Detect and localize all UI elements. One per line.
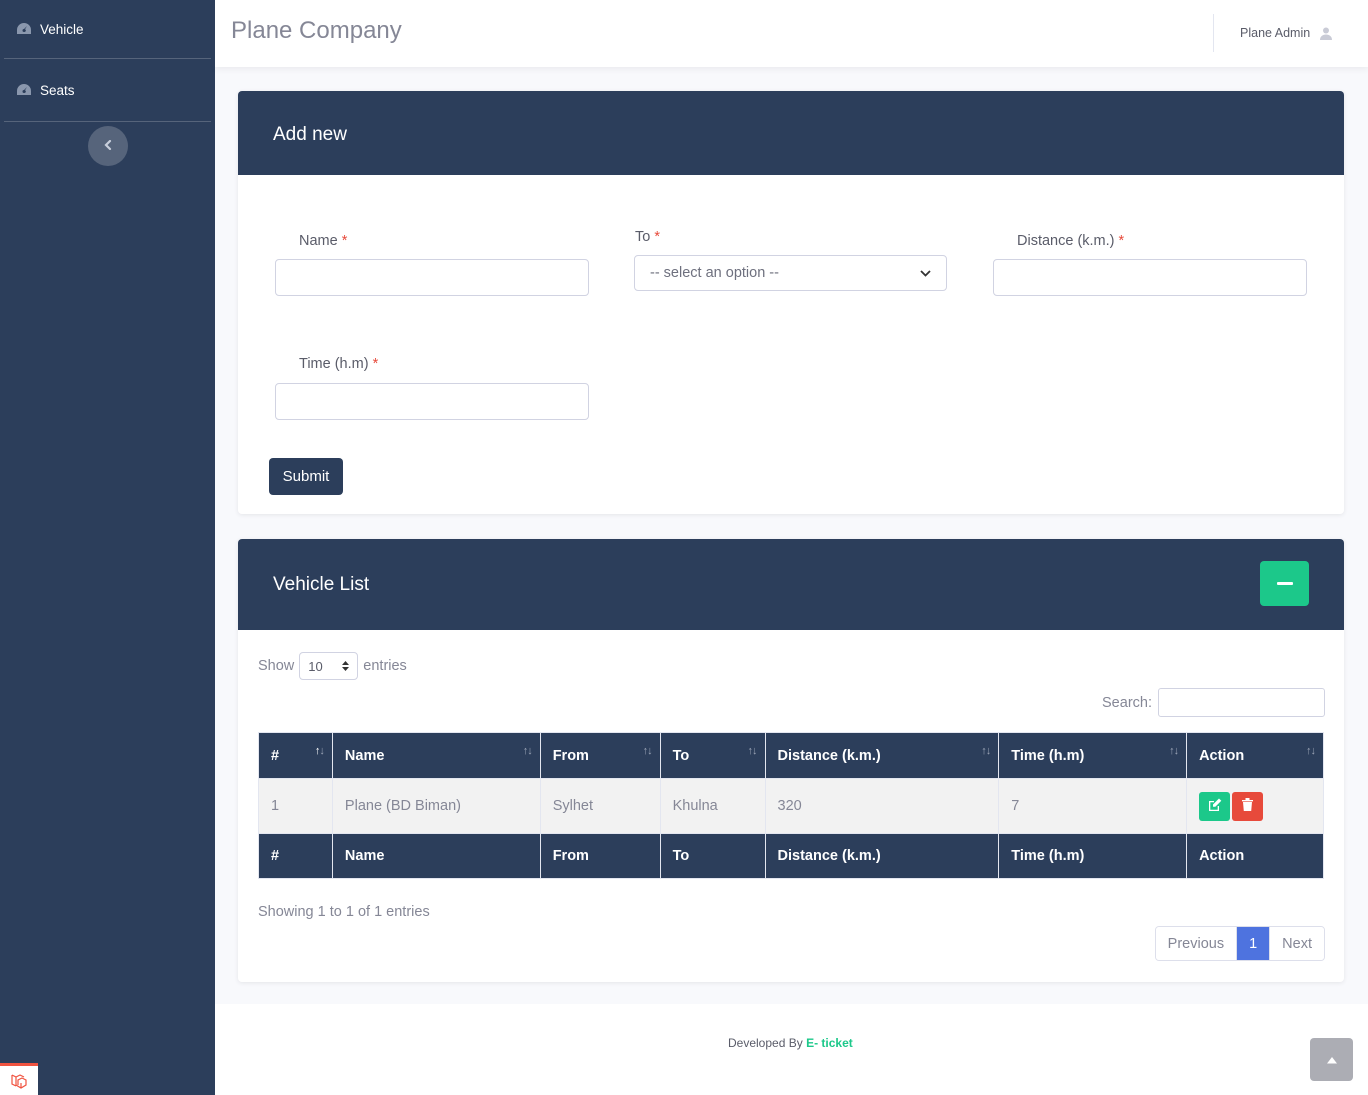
minus-icon: [1276, 582, 1293, 585]
edit-icon: [1208, 798, 1222, 815]
page-length-control: Show 10 entries: [258, 652, 407, 680]
sidebar-item-label: Seats: [40, 82, 75, 98]
sidebar-toggle-button[interactable]: [87, 126, 128, 166]
footer-header-num: #: [258, 833, 333, 879]
user-icon: [1320, 27, 1333, 40]
user-menu[interactable]: Plane Admin: [1240, 26, 1333, 40]
chevron-left-icon: [103, 137, 112, 155]
search-input[interactable]: [1158, 688, 1325, 717]
footer-credit: Developed By E- ticket: [728, 1036, 853, 1050]
column-header-distance[interactable]: Distance (k.m.) ↑↓: [764, 732, 1000, 779]
sidebar: Vehicle Seats: [0, 0, 215, 1095]
submit-button[interactable]: Submit: [269, 458, 343, 495]
user-name: Plane Admin: [1240, 26, 1311, 40]
cell-to: Khulna: [659, 778, 766, 834]
footer-header-distance: Distance (k.m.): [764, 833, 1000, 879]
sort-icon: ↑↓: [747, 745, 758, 757]
vehicle-table: # ↑↓ Name ↑↓ From ↑↓ To ↑↓ Distance (k.m.) ↑↓…: [258, 732, 1324, 879]
sort-icon: ↑↓: [1169, 745, 1179, 757]
card-header: Add new: [238, 91, 1344, 175]
footer-header-to: To: [659, 833, 766, 879]
card-header: Vehicle List: [238, 539, 1344, 630]
sort-icon: ↑↓: [981, 745, 991, 757]
cell-num: 1: [258, 778, 333, 834]
footer-header-name: Name: [331, 833, 541, 879]
search-control: Search:: [1102, 688, 1325, 717]
cell-from: Sylhet: [539, 778, 661, 834]
pagination: Previous 1 Next: [1154, 926, 1325, 961]
sidebar-divider: [4, 121, 211, 122]
sidebar-item-label: Vehicle: [40, 21, 84, 37]
vehicle-list-card: Vehicle List Show 10 entries Search: # ↑↓…: [238, 539, 1344, 982]
table-footer-row: # Name From To Distance (k.m.) Time (h.m…: [258, 833, 1324, 879]
card-title: Add new: [273, 124, 347, 145]
edit-button[interactable]: [1199, 791, 1231, 821]
tachometer-icon: [16, 83, 32, 97]
column-header-time[interactable]: Time (h.m) ↑↓: [998, 732, 1188, 779]
page-length-value: 10: [308, 658, 323, 674]
to-select[interactable]: -- select an option --: [634, 255, 947, 291]
table-header-row: # ↑↓ Name ↑↓ From ↑↓ To ↑↓ Distance (k.m.) ↑↓…: [258, 732, 1324, 779]
pagination-page-1[interactable]: 1: [1236, 927, 1270, 960]
sort-updown-icon: [342, 659, 350, 674]
card-title: Vehicle List: [273, 574, 370, 595]
scroll-to-top-button[interactable]: [1310, 1038, 1353, 1081]
sort-icon: ↑↓: [1306, 745, 1316, 757]
topbar-divider: [1213, 14, 1214, 52]
column-header-num[interactable]: # ↑↓: [258, 732, 333, 779]
sidebar-item-vehicle[interactable]: Vehicle: [0, 0, 215, 58]
add-new-card: Add new Name * To * -- select an option …: [238, 91, 1344, 514]
column-header-name[interactable]: Name ↑↓: [331, 732, 541, 779]
page-length-select[interactable]: 10: [299, 652, 359, 680]
footer-header-time: Time (h.m): [998, 833, 1188, 879]
brand-title: Plane Company: [231, 17, 402, 44]
tachometer-icon: [16, 22, 32, 36]
time-label: Time (h.m) *: [299, 356, 379, 372]
chevron-up-icon: [1326, 1051, 1337, 1069]
laravel-debugbar-icon[interactable]: [0, 1063, 38, 1095]
footer: Developed By E- ticket: [215, 1004, 1368, 1095]
cell-distance: 320: [764, 778, 1000, 834]
sort-icon: ↑↓: [642, 745, 653, 757]
table-row: 1 Plane (BD Biman) Sylhet Khulna 320 7: [258, 778, 1324, 834]
name-label: Name *: [299, 233, 348, 249]
cell-time: 7: [998, 778, 1188, 834]
trash-icon: [1242, 797, 1254, 815]
column-header-action[interactable]: Action ↑↓: [1186, 732, 1324, 779]
chevron-down-icon: [920, 265, 931, 281]
column-header-from[interactable]: From ↑↓: [539, 732, 661, 779]
footer-brand-link[interactable]: E- ticket: [806, 1036, 853, 1050]
pagination-previous[interactable]: Previous: [1155, 927, 1237, 960]
to-select-value: -- select an option --: [650, 265, 779, 281]
table-info: Showing 1 to 1 of 1 entries: [258, 904, 430, 920]
show-label: Show: [258, 658, 295, 674]
search-label: Search:: [1102, 694, 1152, 711]
topbar: Plane Company Plane Admin: [215, 0, 1368, 67]
cell-action: [1186, 778, 1324, 834]
pagination-next[interactable]: Next: [1269, 927, 1324, 960]
to-label: To *: [635, 229, 661, 245]
distance-label: Distance (k.m.) *: [1017, 233, 1125, 249]
entries-label: entries: [363, 658, 407, 674]
footer-header-from: From: [539, 833, 661, 879]
name-input[interactable]: [275, 259, 589, 296]
sort-icon: ↑↓: [522, 745, 533, 757]
sidebar-item-seats[interactable]: Seats: [0, 59, 215, 121]
cell-name: Plane (BD Biman): [331, 778, 541, 834]
footer-header-action: Action: [1186, 833, 1324, 879]
collapse-button[interactable]: [1260, 561, 1309, 606]
delete-button[interactable]: [1232, 791, 1264, 821]
column-header-to[interactable]: To ↑↓: [659, 732, 766, 779]
time-input[interactable]: [275, 383, 589, 420]
distance-input[interactable]: [993, 259, 1307, 296]
sort-icon: ↑↓: [314, 745, 325, 757]
